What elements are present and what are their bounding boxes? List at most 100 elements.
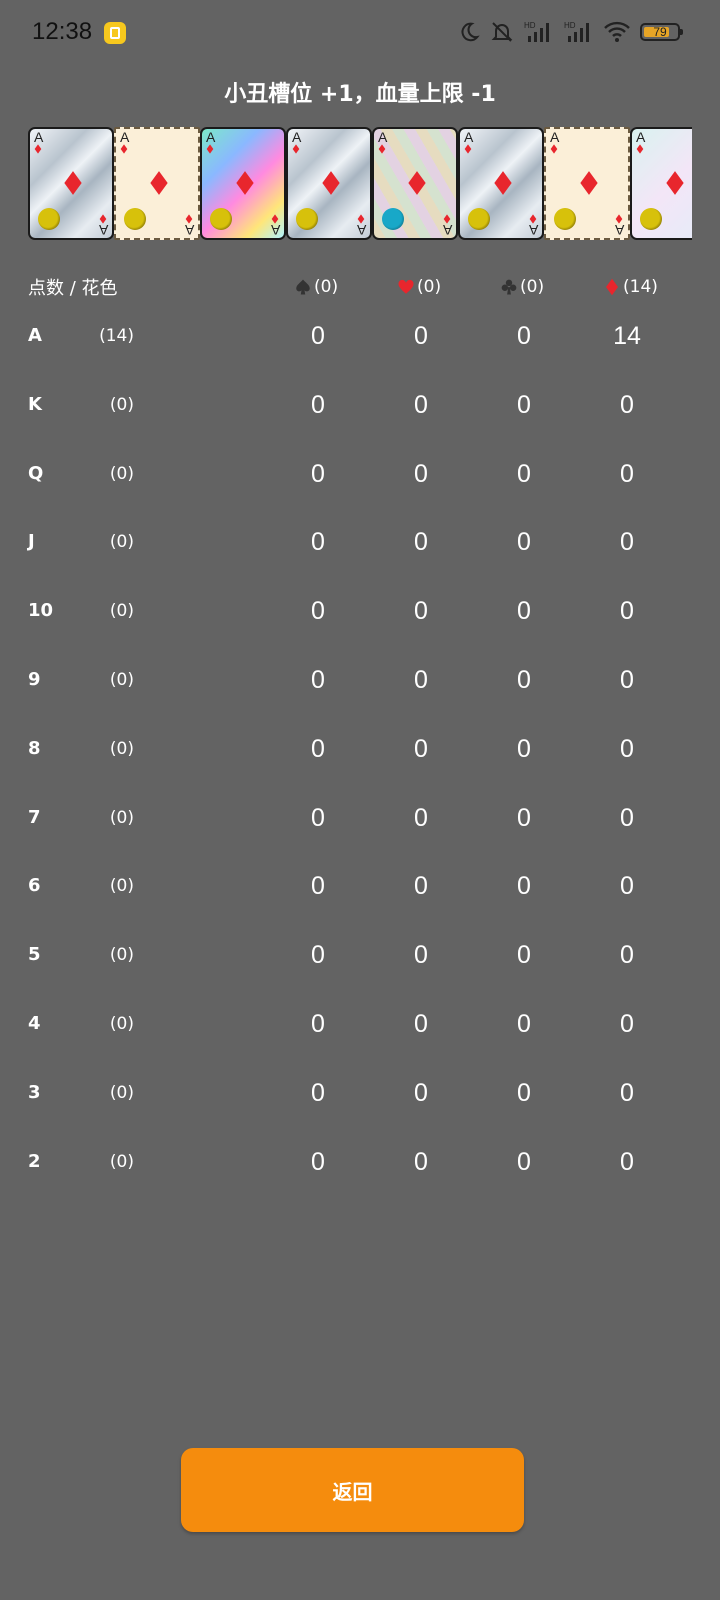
rank-count: (0) [109, 394, 134, 415]
count-cell: 0 [311, 666, 325, 694]
playing-card[interactable]: AA [28, 127, 114, 240]
suit-count: (0) [314, 277, 339, 297]
card-rank: A [206, 129, 216, 145]
count-cell: 0 [414, 597, 428, 626]
card-rank: A [636, 129, 646, 145]
count-cell: 0 [414, 322, 428, 350]
rank-count: (0) [109, 876, 134, 897]
count-cell: 0 [620, 1147, 634, 1176]
suit-header: (0) [397, 272, 441, 302]
rank-label: 2 [28, 1150, 41, 1172]
count-cell: 0 [311, 459, 325, 488]
signal-hd-icon: HD [524, 20, 554, 44]
playing-card[interactable]: AA [630, 127, 692, 240]
count-cell: 0 [620, 459, 634, 488]
card-rank: A [464, 129, 474, 145]
suit-header: (0) [294, 272, 338, 302]
diamond-icon [408, 171, 426, 195]
playing-card[interactable]: AA [544, 127, 630, 240]
playing-card[interactable]: AA [114, 127, 200, 240]
status-icons: HD HD 79 [458, 18, 683, 46]
status-time: 12:38 [32, 18, 93, 45]
rank-label: 4 [28, 1013, 41, 1034]
count-cell: 0 [414, 1010, 428, 1038]
playing-card[interactable]: AA [372, 127, 458, 240]
svg-text:HD: HD [524, 21, 536, 30]
count-cell: 0 [620, 803, 634, 832]
diamond-icon [636, 144, 644, 154]
chip-seal-icon [382, 208, 404, 230]
rank-label: 3 [28, 1081, 41, 1103]
count-cell: 0 [414, 941, 428, 970]
count-cell: 0 [620, 528, 634, 557]
count-cell: 0 [517, 941, 531, 970]
diamond-icon [550, 144, 558, 154]
count-cell: 0 [517, 1010, 531, 1038]
rank-count: (0) [109, 601, 134, 622]
count-cell: 0 [311, 734, 325, 763]
card-rank: A [378, 129, 388, 145]
card-rank: A [120, 129, 130, 145]
chip-seal-icon [468, 208, 490, 230]
card-strip[interactable]: AAAAAAAAAAAAAAAA [28, 127, 692, 242]
app-notification-icon [104, 22, 126, 44]
count-cell: 0 [517, 1078, 531, 1107]
rank-count: (0) [109, 532, 134, 553]
count-cell: 0 [414, 803, 428, 832]
rank-label: Q [28, 462, 44, 484]
rank-count: (0) [109, 1014, 134, 1034]
card-rank: A [356, 222, 366, 238]
count-cell: 0 [414, 872, 428, 901]
count-cell: 0 [620, 1078, 634, 1107]
diamond-icon [236, 171, 254, 195]
diamond-icon [464, 144, 472, 154]
count-cell: 0 [311, 390, 325, 419]
count-cell: 0 [517, 803, 531, 832]
rank-label: 8 [28, 737, 41, 759]
count-cell: 0 [517, 390, 531, 419]
table-row: 9 (0) 0 0 0 0 [0, 660, 720, 700]
club-icon [501, 279, 517, 295]
diamond-icon [666, 171, 684, 195]
card-rank: A [550, 129, 560, 145]
table-row: K (0) 0 0 0 0 [0, 385, 720, 425]
count-cell: 0 [620, 666, 634, 694]
heart-icon [398, 279, 414, 294]
diamond-icon [34, 144, 42, 154]
table-row: A (14) 0 0 0 14 [0, 316, 720, 356]
diamond-icon [378, 144, 386, 154]
back-button[interactable]: 返回 [181, 1448, 524, 1532]
chip-seal-icon [640, 208, 662, 230]
signal-hd-icon: HD [564, 20, 594, 44]
rank-count: (0) [109, 807, 134, 828]
count-cell: 0 [414, 390, 428, 419]
count-cell: 0 [517, 1147, 531, 1176]
battery-level: 79 [653, 25, 667, 39]
count-cell: 14 [613, 322, 641, 350]
diamond-icon [206, 144, 214, 154]
count-cell: 0 [311, 597, 325, 626]
count-cell: 0 [311, 1147, 325, 1176]
count-cell: 0 [311, 941, 325, 970]
card-rank: A [442, 222, 452, 238]
diamond-icon [580, 171, 598, 195]
count-cell: 0 [517, 666, 531, 694]
diamond-icon [150, 171, 168, 195]
chip-seal-icon [38, 208, 60, 230]
table-row: 7 (0) 0 0 0 0 [0, 798, 720, 838]
table-row: Q (0) 0 0 0 0 [0, 454, 720, 494]
playing-card[interactable]: AA [286, 127, 372, 240]
table-header-label: 点数 / 花色 [28, 278, 118, 299]
count-cell: 0 [517, 734, 531, 763]
chip-seal-icon [210, 208, 232, 230]
rank-count: (0) [109, 1082, 134, 1103]
count-cell: 0 [620, 872, 634, 901]
card-rank: A [614, 222, 624, 238]
count-cell: 0 [414, 1147, 428, 1176]
count-cell: 0 [414, 459, 428, 488]
playing-card[interactable]: AA [458, 127, 544, 240]
table-row: 5 (0) 0 0 0 0 [0, 935, 720, 975]
rank-count: (0) [109, 945, 134, 966]
suit-count: (0) [520, 277, 545, 297]
playing-card[interactable]: AA [200, 127, 286, 240]
